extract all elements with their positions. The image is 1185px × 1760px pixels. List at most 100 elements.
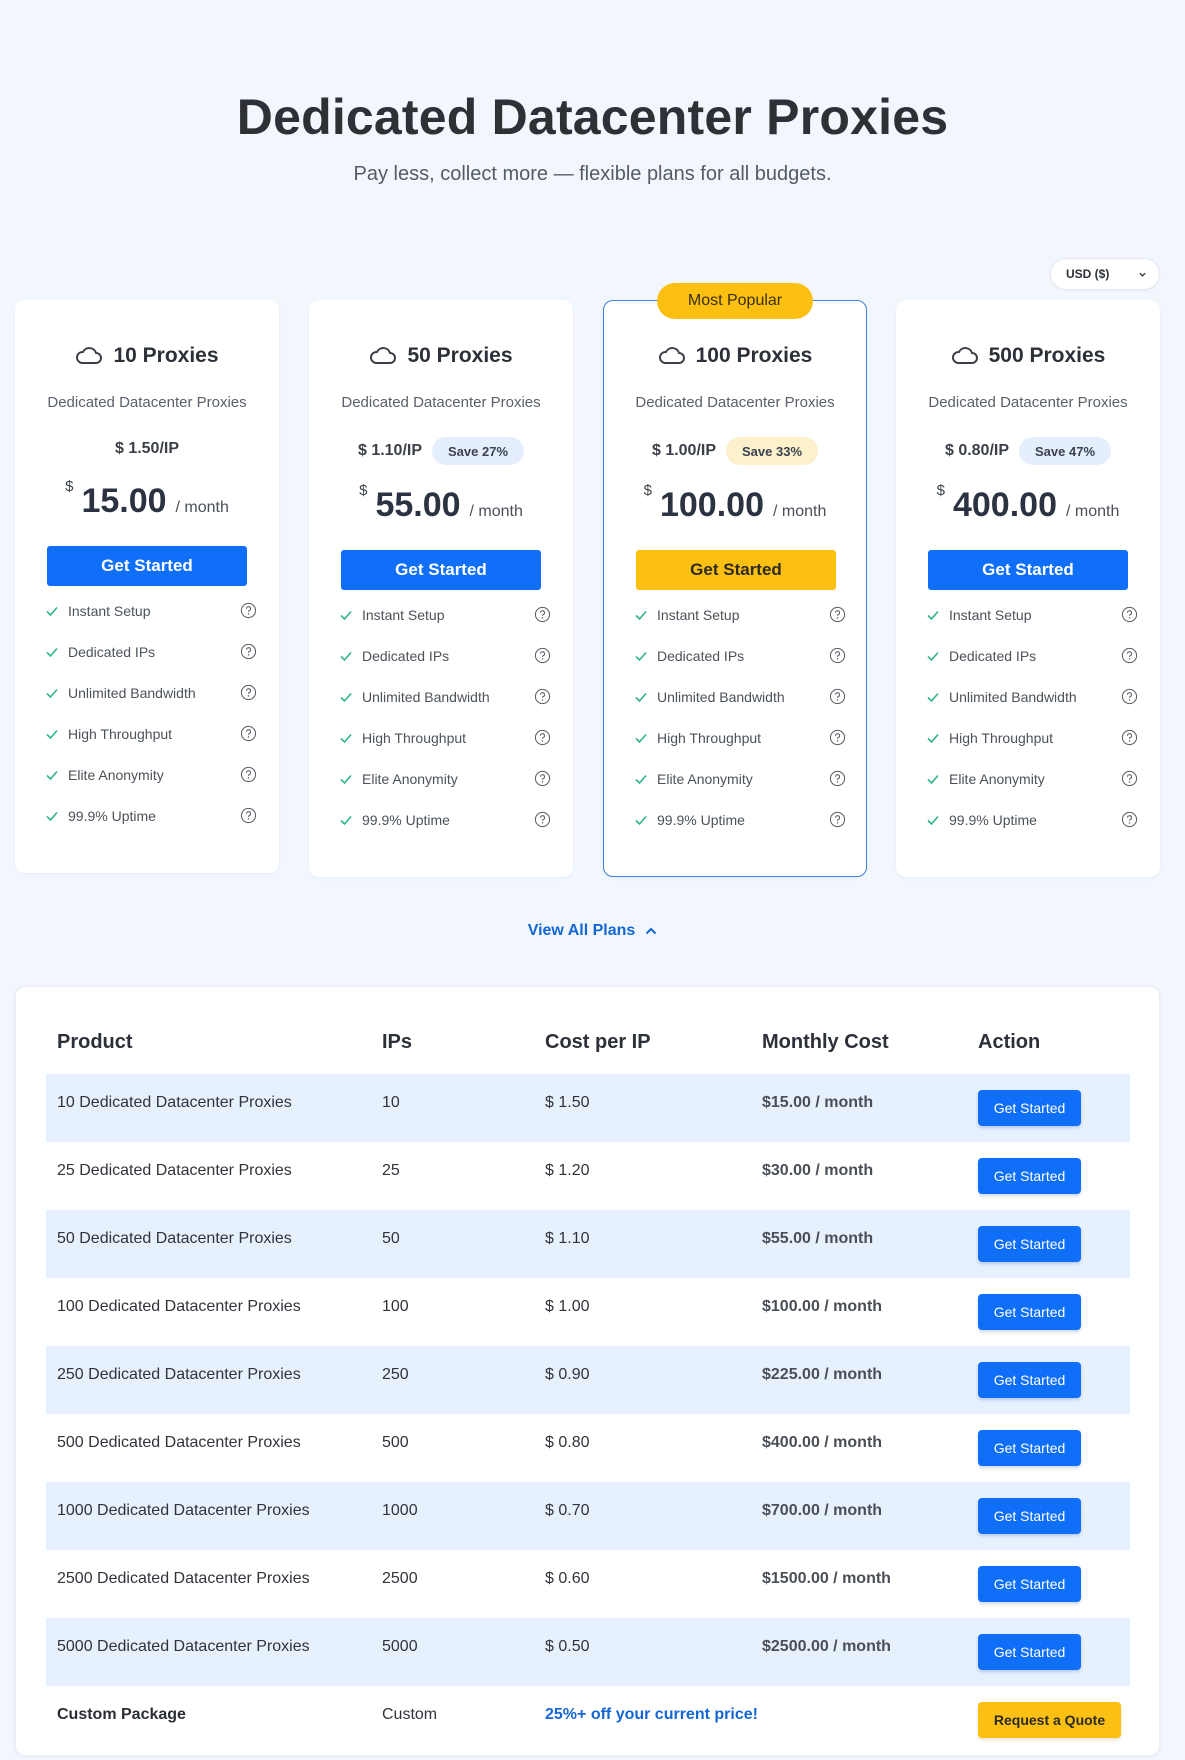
cloud-icon <box>370 347 397 364</box>
help-icon[interactable] <box>1121 647 1138 664</box>
ips-cell: 500 <box>382 1434 409 1451</box>
check-icon <box>340 815 352 825</box>
help-icon[interactable] <box>829 770 846 787</box>
help-icon[interactable] <box>829 811 846 828</box>
price-per-ip: $ 1.10/IP <box>357 442 423 459</box>
product-cell: 2500 Dedicated Datacenter Proxies <box>57 1570 310 1587</box>
get-started-button[interactable]: Get Started <box>978 1498 1081 1534</box>
help-icon[interactable] <box>534 688 551 705</box>
feature-item: Dedicated IPs <box>339 635 551 676</box>
monthly-cell: $30.00 / month <box>762 1162 874 1179</box>
get-started-button[interactable]: Get Started <box>978 1226 1081 1262</box>
price-amount: 55.00 <box>375 486 461 524</box>
help-icon[interactable] <box>240 807 257 824</box>
request-quote-button[interactable]: Request a Quote <box>978 1702 1121 1738</box>
table-row: 10 Dedicated Datacenter Proxies 10 $ 1.5… <box>46 1074 1130 1142</box>
plan-subtitle: Dedicated Datacenter Proxies <box>47 394 247 411</box>
help-icon[interactable] <box>829 647 846 664</box>
product-cell: 100 Dedicated Datacenter Proxies <box>57 1298 301 1315</box>
help-icon[interactable] <box>1121 606 1138 623</box>
monthly-cell: $1500.00 / month <box>762 1570 891 1587</box>
get-started-button[interactable]: Get Started <box>978 1158 1081 1194</box>
save-badge: Save 47% <box>1019 437 1112 465</box>
price-amount: 100.00 <box>659 486 764 524</box>
feature-item: 99.9% Uptime <box>45 795 257 836</box>
get-started-button[interactable]: Get Started <box>978 1566 1081 1602</box>
feature-item: Unlimited Bandwidth <box>926 676 1138 717</box>
cost-cell: $ 0.50 <box>545 1638 590 1655</box>
plan-title: 100 Proxies <box>604 344 866 368</box>
get-started-button[interactable]: Get Started <box>978 1362 1081 1398</box>
help-icon[interactable] <box>240 725 257 742</box>
feature-item: Unlimited Bandwidth <box>634 676 846 717</box>
check-icon <box>340 774 352 784</box>
feature-item: Elite Anonymity <box>339 758 551 799</box>
product-cell: 500 Dedicated Datacenter Proxies <box>57 1434 301 1451</box>
price-per-ip: $ 1.50/IP <box>114 440 180 457</box>
discount-cell: 25%+ off your current price! <box>545 1706 758 1723</box>
get-started-button[interactable]: Get Started <box>636 550 836 590</box>
get-started-button[interactable]: Get Started <box>978 1430 1081 1466</box>
monthly-cell: $55.00 / month <box>762 1230 874 1247</box>
help-icon[interactable] <box>1121 811 1138 828</box>
check-icon <box>635 774 647 784</box>
plan-title: 50 Proxies <box>309 344 573 368</box>
table-header: Product IPs Cost per IP Monthly Cost Act… <box>46 1031 1130 1061</box>
get-started-button[interactable]: Get Started <box>978 1634 1081 1670</box>
table-row: 2500 Dedicated Datacenter Proxies 2500 $… <box>46 1550 1130 1618</box>
get-started-button[interactable]: Get Started <box>47 546 247 586</box>
feature-item: High Throughput <box>634 717 846 758</box>
plan-title: 500 Proxies <box>896 344 1160 368</box>
feature-item: Instant Setup <box>45 590 257 631</box>
plan-card-100: Most Popular 100 Proxies Dedicated Datac… <box>603 283 867 877</box>
pricing-page: Dedicated Datacenter Proxies Pay less, c… <box>0 0 1185 1760</box>
help-icon[interactable] <box>534 647 551 664</box>
help-icon[interactable] <box>240 766 257 783</box>
monthly-price: $ 15.00 / month <box>15 478 279 518</box>
column-header-cost-per-ip: Cost per IP <box>545 1031 651 1053</box>
check-icon <box>927 651 939 661</box>
cost-cell: $ 0.90 <box>545 1366 590 1383</box>
monthly-price: $ 55.00 / month <box>309 482 573 524</box>
help-icon[interactable] <box>829 729 846 746</box>
get-started-button[interactable]: Get Started <box>978 1294 1081 1330</box>
help-icon[interactable] <box>534 811 551 828</box>
check-icon <box>927 610 939 620</box>
page-subtitle: Pay less, collect more — flexible plans … <box>353 163 832 185</box>
table-row: 25 Dedicated Datacenter Proxies 25 $ 1.2… <box>46 1142 1130 1210</box>
help-icon[interactable] <box>1121 729 1138 746</box>
table-row: 1000 Dedicated Datacenter Proxies 1000 $… <box>46 1482 1130 1550</box>
chevron-down-icon <box>1139 272 1146 277</box>
help-icon[interactable] <box>240 684 257 701</box>
feature-item: High Throughput <box>45 713 257 754</box>
ips-cell: 1000 <box>382 1502 418 1519</box>
check-icon <box>635 733 647 743</box>
check-icon <box>340 610 352 620</box>
help-icon[interactable] <box>534 729 551 746</box>
currency-select[interactable]: USD ($) <box>1050 258 1160 290</box>
help-icon[interactable] <box>829 688 846 705</box>
help-icon[interactable] <box>829 606 846 623</box>
ips-cell: 100 <box>382 1298 409 1315</box>
ips-cell: Custom <box>382 1706 438 1723</box>
monthly-cell: $700.00 / month <box>762 1502 883 1519</box>
feature-list: Instant Setup Dedicated IPs Unlimited Ba… <box>339 594 551 840</box>
help-icon[interactable] <box>1121 770 1138 787</box>
feature-item: Instant Setup <box>339 594 551 635</box>
check-icon <box>340 692 352 702</box>
currency-symbol: $ <box>65 478 74 495</box>
help-icon[interactable] <box>534 606 551 623</box>
view-all-plans-label: View All Plans <box>527 922 636 939</box>
check-icon <box>635 692 647 702</box>
view-all-plans-toggle[interactable]: View All Plans <box>0 922 1185 940</box>
get-started-button[interactable]: Get Started <box>341 550 541 590</box>
cost-cell: $ 1.00 <box>545 1298 590 1315</box>
help-icon[interactable] <box>534 770 551 787</box>
help-icon[interactable] <box>240 602 257 619</box>
get-started-button[interactable]: Get Started <box>978 1090 1081 1126</box>
check-icon <box>927 692 939 702</box>
price-per-ip-row: $ 0.80/IP Save 47% <box>896 437 1160 465</box>
help-icon[interactable] <box>1121 688 1138 705</box>
help-icon[interactable] <box>240 643 257 660</box>
get-started-button[interactable]: Get Started <box>928 550 1128 590</box>
